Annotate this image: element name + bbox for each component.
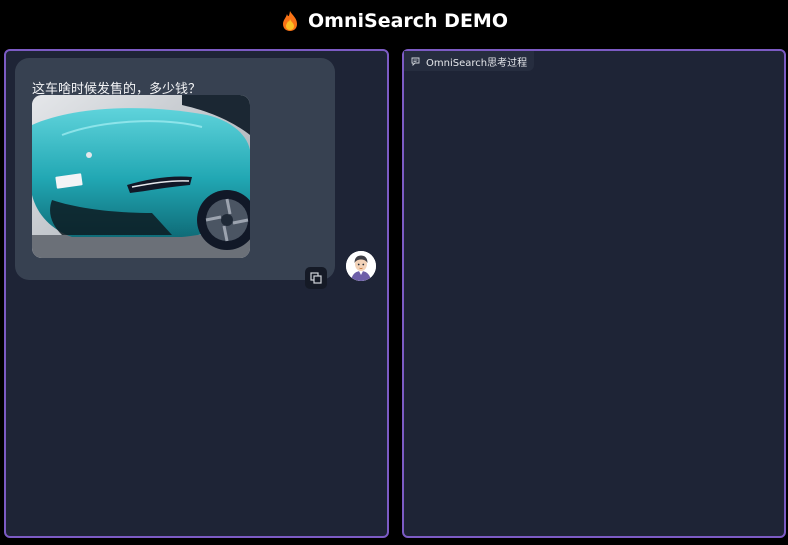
car-illustration xyxy=(32,95,250,258)
car-image[interactable] xyxy=(32,95,250,258)
user-message-bubble: 这车啥时候发售的，多少钱？ xyxy=(15,58,335,280)
copy-icon xyxy=(310,272,322,284)
app-title: OmniSearch DEMO xyxy=(308,10,508,32)
thinking-panel-label-text: OmniSearch思考过程 xyxy=(426,57,528,69)
copy-button[interactable] xyxy=(305,267,327,289)
flame-icon xyxy=(283,11,298,31)
thinking-panel-label: OmniSearch思考过程 xyxy=(404,51,535,71)
thinking-panel: OmniSearch思考过程 xyxy=(402,49,786,538)
chat-panel[interactable]: 这车啥时候发售的，多少钱？ xyxy=(4,49,389,538)
chat-bubble-icon xyxy=(411,57,420,66)
app-header: OmniSearch DEMO xyxy=(0,0,788,42)
user-avatar xyxy=(346,251,376,281)
